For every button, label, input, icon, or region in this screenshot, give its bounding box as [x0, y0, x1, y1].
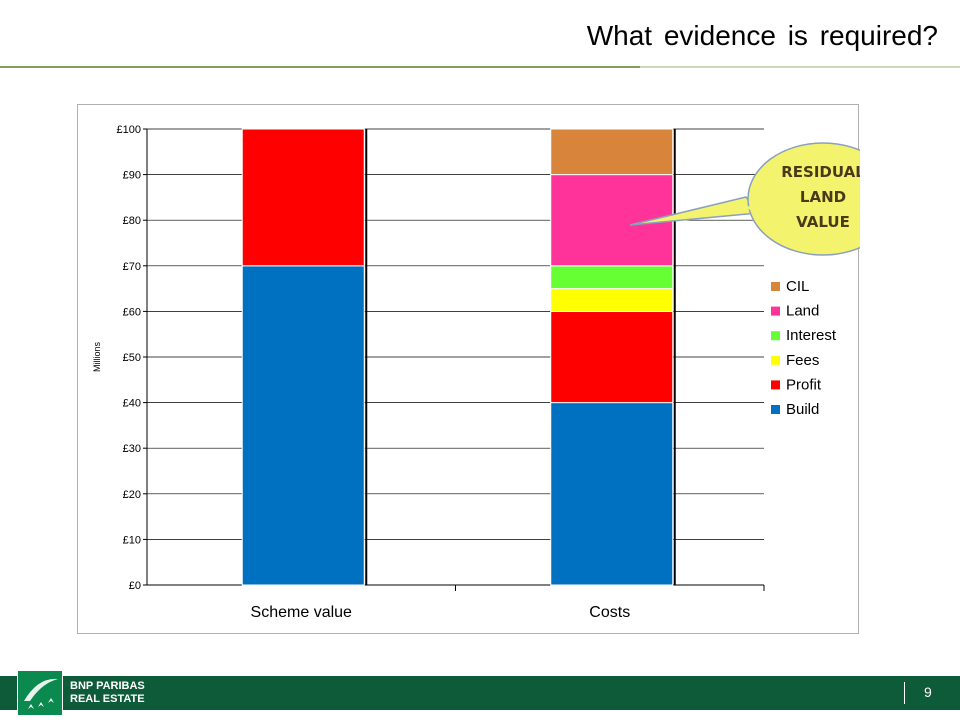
title-rule-accent — [640, 66, 960, 68]
y-tick-label: £70 — [123, 261, 141, 273]
stacked-bar-chart: £0 £10 £20 £30 £40 £50 £60 £70 £80 £90 £100 Million… — [92, 124, 860, 621]
legend-swatch — [771, 405, 780, 414]
legend-swatch — [771, 380, 780, 390]
y-axis-label: Millions — [92, 342, 102, 373]
legend-swatch — [771, 355, 780, 365]
legend-label: Build — [786, 401, 819, 418]
page-separator — [904, 682, 905, 704]
y-tick-label: £60 — [123, 306, 141, 318]
slide-title: What evidence is required? — [586, 20, 938, 51]
legend-label: Fees — [786, 352, 819, 369]
legend-label: Interest — [786, 327, 837, 344]
legend-swatch — [771, 282, 780, 291]
x-category-label: Scheme value — [251, 604, 352, 621]
bar-segment-cil — [550, 128, 674, 176]
x-category-label: Costs — [589, 604, 630, 621]
page-number: 9 — [924, 684, 932, 700]
y-tick-label: £100 — [117, 124, 141, 136]
y-tick-label: £0 — [129, 580, 141, 592]
legend-swatch — [771, 306, 780, 316]
bar-segment-fees — [550, 288, 674, 312]
callout-text: VALUE — [796, 213, 850, 231]
chart-area: £0 £10 £20 £30 £40 £50 £60 £70 £80 £90 £100 Million… — [77, 104, 860, 634]
y-tick-label: £10 — [123, 534, 141, 546]
legend-label: CIL — [786, 278, 809, 295]
footer-brand: BNP PARIBAS REAL ESTATE — [70, 680, 145, 706]
y-tick-label: £30 — [123, 443, 141, 455]
callout-text: LAND — [800, 188, 846, 206]
bar-segment-build — [241, 265, 365, 586]
bar-segment-profit — [241, 128, 365, 267]
legend-label: Land — [786, 303, 819, 320]
legend-label: Profit — [786, 376, 822, 393]
y-tick-label: £90 — [123, 170, 141, 182]
bnp-stars-icon — [17, 670, 63, 716]
brand-line-1: BNP PARIBAS — [70, 680, 145, 692]
legend-swatch — [771, 331, 780, 341]
bar-segment-build — [550, 402, 674, 586]
y-tick-label: £50 — [123, 352, 141, 364]
callout-text: RESIDUAL — [781, 163, 860, 181]
y-tick-label: £40 — [123, 398, 141, 410]
bar-segment-interest — [550, 265, 674, 290]
brand-line-2: REAL ESTATE — [70, 693, 145, 705]
y-tick-label: £80 — [123, 215, 141, 227]
bar-segment-profit — [550, 310, 674, 404]
y-tick-label: £20 — [123, 489, 141, 501]
